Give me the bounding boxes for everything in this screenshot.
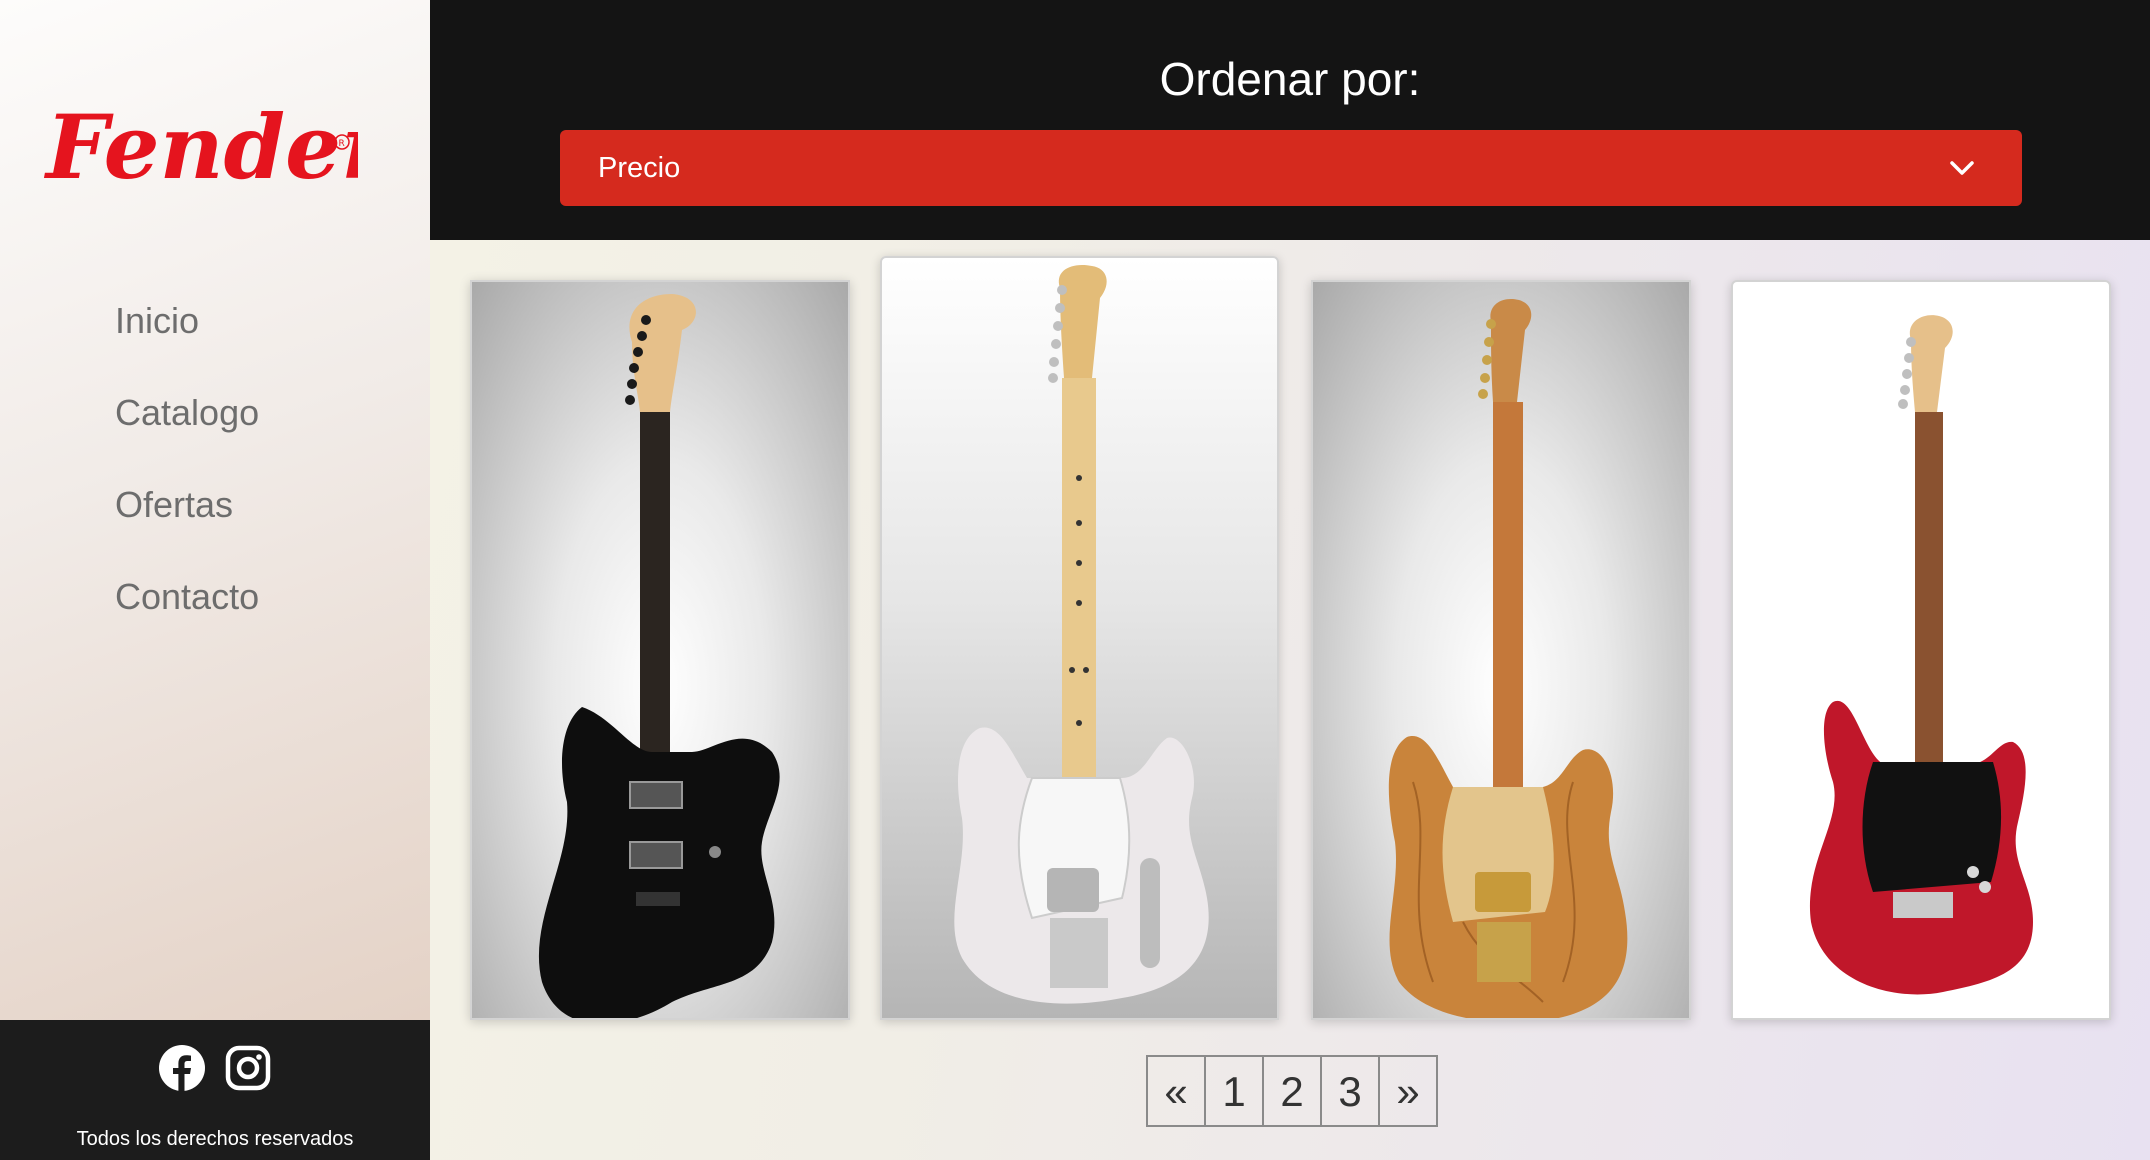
facebook-icon[interactable] [158, 1044, 206, 1092]
main-nav: Inicio Catalogo Ofertas Contacto [115, 300, 259, 668]
spalted-maple-telecaster-guitar-image [1388, 298, 1628, 1018]
sort-selected-value: Precio [598, 152, 681, 184]
sort-dropdown[interactable]: Precio [560, 130, 2022, 206]
pagination-next[interactable]: » [1378, 1057, 1436, 1125]
svg-text:R: R [339, 139, 345, 149]
black-jazzmaster-guitar-image [538, 294, 780, 1018]
red-lead-guitar-image [1809, 315, 2033, 995]
fender-logo[interactable]: Fender R [42, 90, 393, 220]
nav-item-inicio[interactable]: Inicio [115, 300, 259, 392]
nav-item-contacto[interactable]: Contacto [115, 576, 259, 668]
footer: Todos los derechos reservados [0, 1020, 430, 1160]
pagination: « 1 2 3 » [1146, 1055, 1438, 1127]
copyright-text: Todos los derechos reservados [76, 1128, 354, 1150]
instagram-icon[interactable] [224, 1044, 272, 1092]
social-links [0, 1044, 430, 1092]
pagination-page-3[interactable]: 3 [1320, 1057, 1378, 1125]
product-card[interactable] [880, 256, 1279, 1020]
pagination-page-2[interactable]: 2 [1262, 1057, 1320, 1125]
sort-title: Ordenar por: [1159, 53, 1421, 105]
white-telecaster-guitar-image [954, 264, 1209, 1004]
product-card[interactable] [1311, 280, 1691, 1020]
nav-item-catalogo[interactable]: Catalogo [115, 392, 259, 484]
pagination-prev[interactable]: « [1148, 1057, 1204, 1125]
logo-text: Fender [43, 95, 358, 199]
product-card[interactable] [470, 280, 850, 1020]
sort-header: Ordenar por: Precio [430, 0, 2150, 240]
chevron-down-icon [1946, 152, 1978, 184]
sidebar: Fender R Inicio Catalogo Ofertas Contact… [0, 0, 430, 1020]
pagination-page-1[interactable]: 1 [1204, 1057, 1262, 1125]
page: Fender R Inicio Catalogo Ofertas Contact… [0, 0, 2150, 1160]
nav-item-ofertas[interactable]: Ofertas [115, 484, 259, 576]
product-card[interactable] [1731, 280, 2111, 1020]
